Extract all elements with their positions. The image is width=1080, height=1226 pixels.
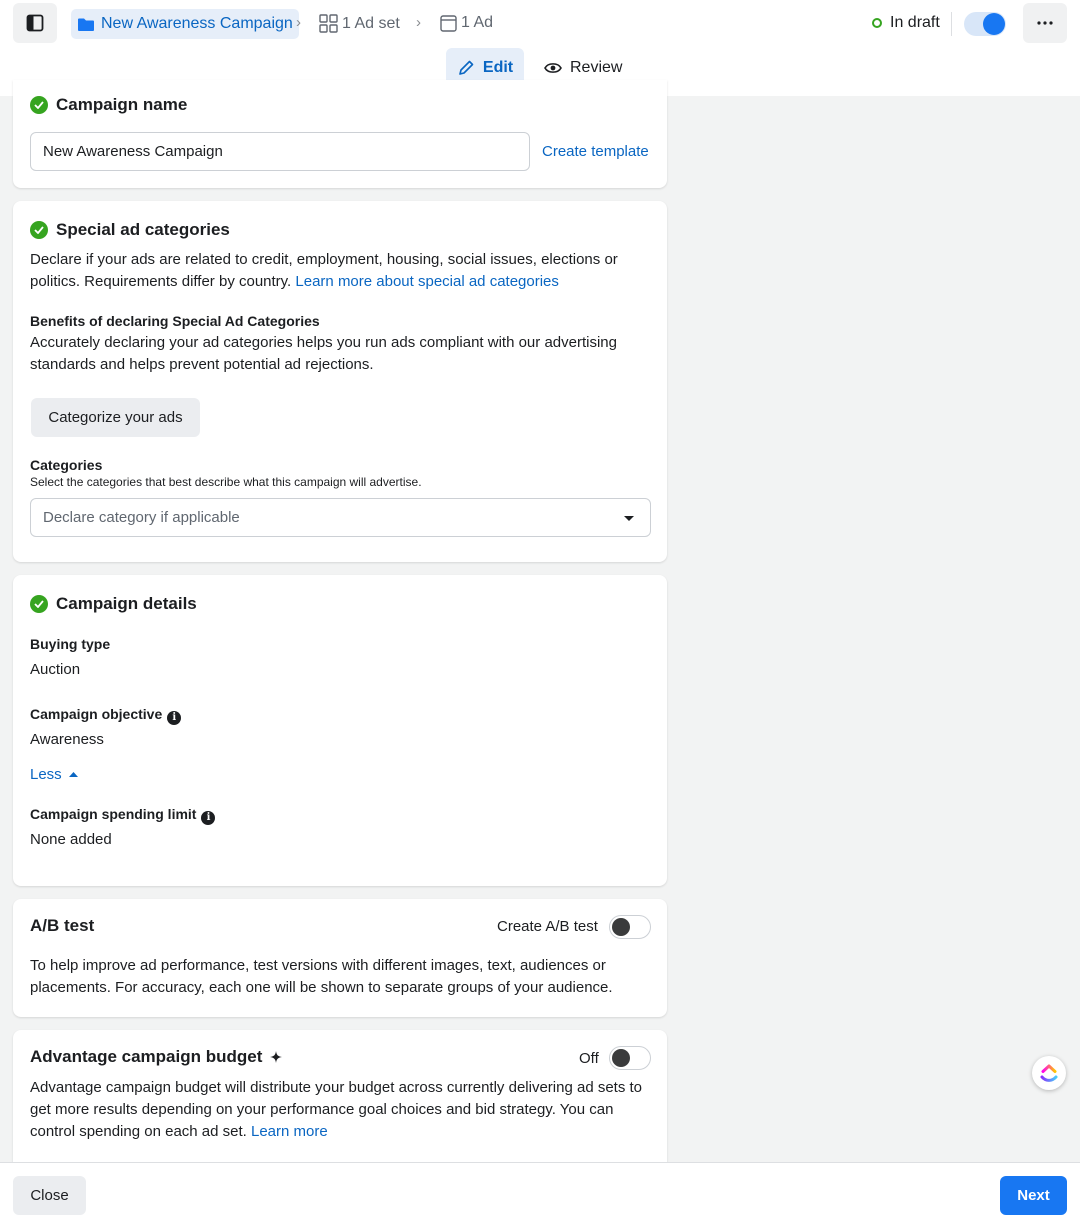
- advantage-budget-title: Advantage campaign budget: [30, 1047, 263, 1066]
- caret-up-icon: [68, 772, 78, 777]
- campaign-on-off-toggle[interactable]: [964, 12, 1006, 36]
- campaign-objective-value: Awareness: [30, 731, 104, 748]
- ab-test-heading: A/B test: [30, 916, 94, 936]
- less-link[interactable]: Less: [30, 764, 78, 786]
- categorize-ads-button[interactable]: Categorize your ads: [31, 398, 200, 437]
- toggle-knob: [983, 13, 1005, 35]
- folder-icon: [78, 18, 94, 31]
- tab-review-label: Review: [570, 58, 623, 76]
- campaign-name-card: Campaign name New Awareness Campaign Cre…: [13, 80, 667, 188]
- campaign-name-input[interactable]: New Awareness Campaign: [30, 132, 530, 171]
- check-circle-icon: [30, 96, 48, 114]
- advantage-budget-description: Advantage campaign budget will distribut…: [30, 1077, 655, 1143]
- learn-more-advantage-link[interactable]: Learn more: [251, 1123, 328, 1140]
- caret-down-icon: [624, 516, 634, 521]
- campaign-name-title: Campaign name: [56, 95, 188, 114]
- create-ab-test-label: Create A/B test: [497, 918, 598, 935]
- clickup-logo-icon: [1040, 1064, 1058, 1082]
- campaign-details-title: Campaign details: [56, 594, 197, 613]
- create-template-link[interactable]: Create template: [542, 141, 649, 163]
- ad-window-icon: [440, 14, 457, 32]
- ab-test-title: A/B test: [30, 916, 95, 935]
- benefits-heading: Benefits of declaring Special Ad Categor…: [30, 313, 320, 329]
- floating-assistant-button[interactable]: [1032, 1056, 1066, 1090]
- info-icon[interactable]: i: [201, 811, 216, 825]
- eye-icon: [544, 62, 562, 73]
- spending-limit-value: None added: [30, 831, 112, 848]
- draft-status: In draft: [872, 14, 940, 32]
- breadcrumb-campaign-label: New Awareness Campaign: [101, 15, 293, 32]
- buying-type-value: Auction: [30, 661, 81, 678]
- categories-help-text: Select the categories that best describe…: [30, 475, 422, 489]
- divider: [951, 12, 952, 36]
- info-icon[interactable]: i: [167, 711, 182, 725]
- special-ad-categories-card: Special ad categories Declare if your ad…: [13, 201, 667, 562]
- check-circle-icon: [30, 595, 48, 613]
- special-ad-categories-title: Special ad categories: [56, 220, 230, 239]
- check-circle-icon: [30, 221, 48, 239]
- sparkle-icon: [270, 1051, 283, 1063]
- status-label: In draft: [890, 14, 940, 31]
- breadcrumb-ad-set[interactable]: 1 Ad set: [319, 14, 400, 33]
- advantage-description-text: Advantage campaign budget will distribut…: [30, 1079, 643, 1140]
- grid-icon: [319, 14, 338, 33]
- ab-test-card: A/B test Create A/B test To help improve…: [13, 899, 667, 1017]
- sidebar-panel-icon: [26, 14, 44, 32]
- spending-limit-label: Campaign spending limit i: [30, 803, 216, 825]
- special-ad-categories-heading: Special ad categories: [30, 220, 230, 240]
- learn-more-special-categories-link[interactable]: Learn more about special ad categories: [295, 273, 559, 290]
- status-dot-icon: [872, 18, 882, 28]
- more-options-button[interactable]: [1023, 3, 1067, 43]
- category-select-placeholder: Declare category if applicable: [43, 509, 240, 526]
- advantage-budget-toggle-label: Off: [579, 1050, 599, 1067]
- advantage-budget-heading: Advantage campaign budget: [30, 1047, 283, 1067]
- category-select[interactable]: Declare category if applicable: [30, 498, 651, 537]
- less-link-text: Less: [30, 766, 62, 783]
- toggle-knob: [612, 1049, 630, 1067]
- campaign-name-value: New Awareness Campaign: [43, 143, 223, 160]
- ab-test-description: To help improve ad performance, test ver…: [30, 957, 613, 996]
- campaign-name-heading: Campaign name: [30, 95, 187, 115]
- breadcrumb-ad-set-label: 1 Ad set: [342, 14, 400, 32]
- campaign-details-heading: Campaign details: [30, 594, 197, 614]
- create-ab-test-toggle[interactable]: [609, 915, 651, 939]
- objective-label-text: Campaign objective: [30, 706, 163, 722]
- chevron-right-icon: ›: [416, 14, 421, 31]
- special-ad-categories-description: Declare if your ads are related to credi…: [30, 249, 650, 293]
- buying-type-label: Buying type: [30, 636, 111, 652]
- breadcrumb-campaign[interactable]: New Awareness Campaign: [71, 9, 299, 39]
- categories-label: Categories: [30, 457, 103, 473]
- toggle-panel-button[interactable]: [13, 3, 57, 43]
- chevron-right-icon: ›: [296, 14, 301, 31]
- campaign-objective-label: Campaign objective i: [30, 703, 182, 725]
- spending-label-text: Campaign spending limit: [30, 806, 197, 822]
- pencil-icon: [459, 60, 474, 75]
- breadcrumb-ad-label: 1 Ad: [461, 14, 494, 31]
- more-dots-icon: [1037, 21, 1053, 25]
- breadcrumb-ad[interactable]: 1 Ad: [440, 14, 493, 32]
- advantage-budget-card: Advantage campaign budget Off Advantage …: [13, 1030, 667, 1180]
- footer-bar: Close Next: [0, 1162, 1080, 1226]
- advantage-budget-toggle[interactable]: [609, 1046, 651, 1070]
- tab-edit-label: Edit: [482, 58, 514, 76]
- close-button[interactable]: Close: [13, 1176, 86, 1215]
- campaign-details-card: Campaign details Buying type Auction Cam…: [13, 575, 667, 886]
- benefits-text: Accurately declaring your ad categories …: [30, 334, 617, 373]
- next-button[interactable]: Next: [1000, 1176, 1067, 1215]
- toggle-knob: [612, 918, 630, 936]
